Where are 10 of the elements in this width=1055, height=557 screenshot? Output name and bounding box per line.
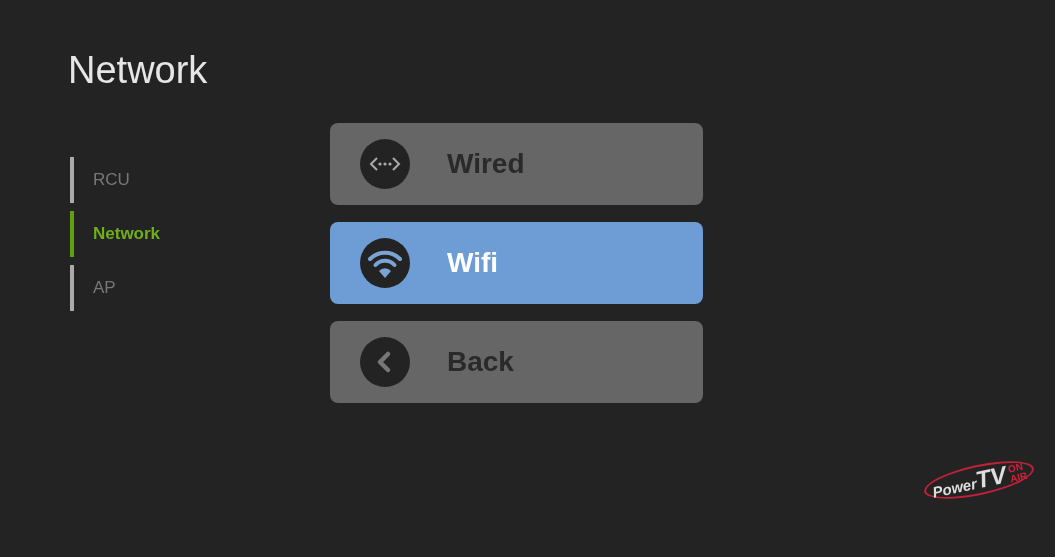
menu-option[interactable]: Wired [330, 123, 703, 205]
sidebar-item[interactable]: RCU [70, 157, 140, 203]
sidebar-item[interactable]: Network [70, 211, 171, 257]
wifi-icon [360, 238, 410, 288]
sidebar-item[interactable]: AP [70, 265, 126, 311]
page-title: Network [68, 48, 209, 92]
menu-option[interactable]: Back [330, 321, 703, 403]
ethernet-icon [360, 139, 410, 189]
menu-option[interactable]: Wifi [330, 222, 703, 304]
back-icon [360, 337, 410, 387]
